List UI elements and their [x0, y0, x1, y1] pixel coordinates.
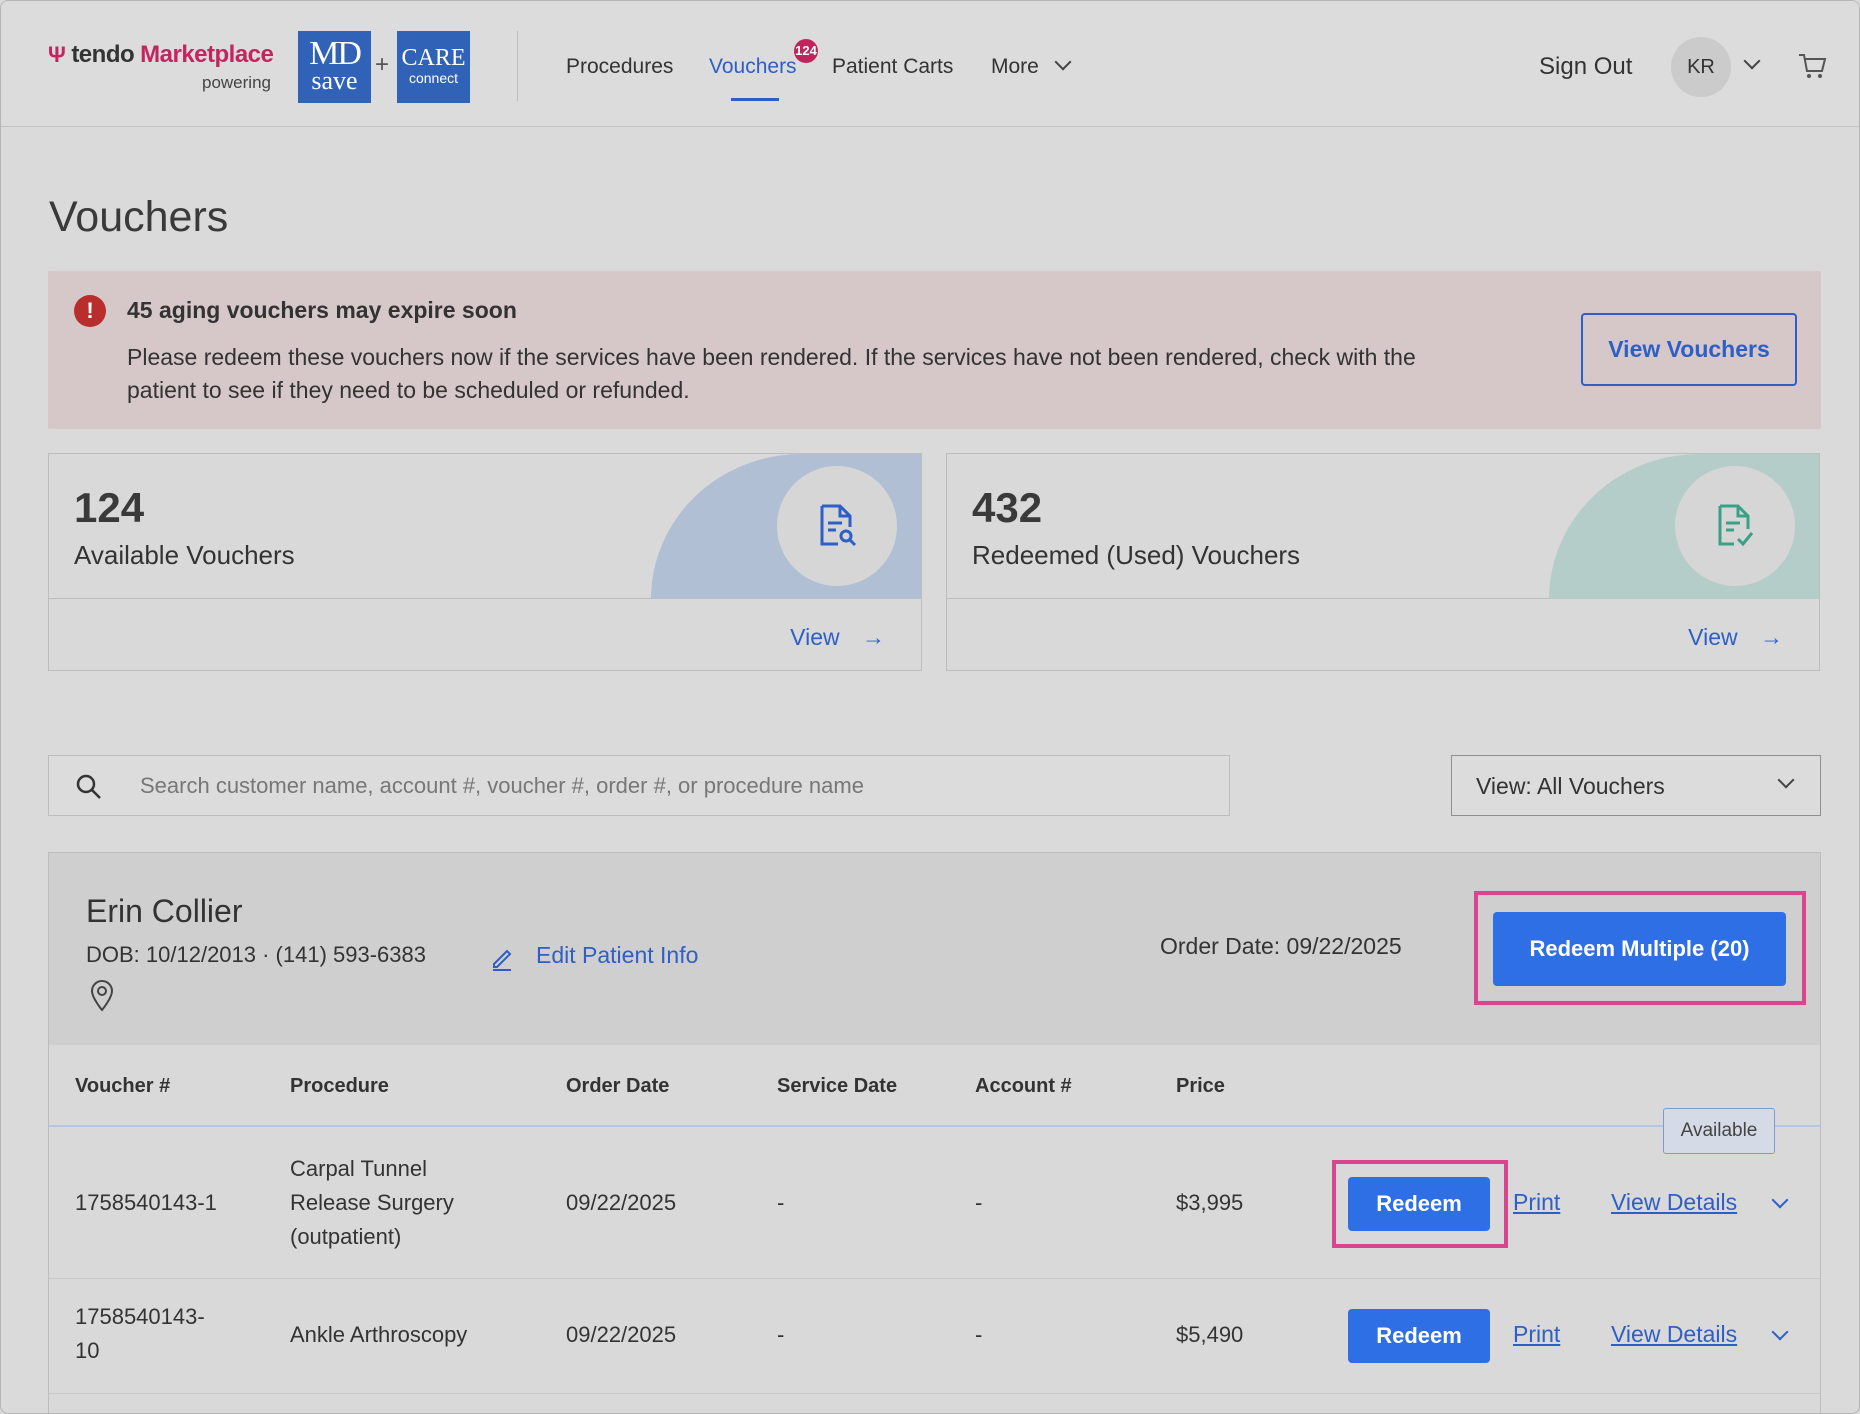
stat-icon-circle — [1675, 466, 1795, 586]
account-menu-chevron-icon[interactable] — [1743, 52, 1761, 70]
nav-active-indicator — [731, 98, 779, 101]
print-link[interactable]: Print — [1513, 1189, 1560, 1216]
careconnect-logo-bottom: connect — [408, 70, 459, 86]
account-number: - — [975, 1322, 983, 1347]
available-vouchers-count: 124 — [74, 484, 145, 531]
service-date: - — [777, 1322, 785, 1347]
service-date: - — [777, 1190, 785, 1215]
cart-icon[interactable] — [1797, 51, 1827, 81]
redeemed-vouchers-label: Redeemed (Used) Vouchers — [972, 540, 1301, 570]
arrow-right-icon: → — [1760, 624, 1783, 650]
document-search-icon — [820, 504, 857, 547]
stat-card-top: 124 Available Vouchers — [49, 454, 921, 599]
redeemed-vouchers-card: 432 Redeemed (Used) Vouchers View → — [946, 453, 1820, 671]
account-number: - — [975, 1190, 983, 1215]
column-header-account: Account # — [975, 1075, 1072, 1097]
procedure-name: Ankle Arthroscopy — [290, 1322, 468, 1347]
nav-procedures[interactable]: Procedures — [566, 55, 673, 79]
chevron-down-icon — [1054, 53, 1072, 71]
nav-more-label: More — [991, 55, 1039, 78]
column-header-procedure: Procedure — [290, 1075, 389, 1097]
page-title: Vouchers — [49, 193, 229, 241]
logo-plus: + — [375, 51, 390, 78]
header-divider — [517, 31, 518, 101]
brand-tendo-text: tendo — [71, 41, 135, 68]
column-header-order-date: Order Date — [566, 1075, 670, 1097]
user-avatar[interactable]: KR — [1671, 37, 1731, 97]
arrow-right-icon: → — [862, 624, 885, 650]
location-pin-icon — [90, 980, 114, 1012]
view-vouchers-button[interactable]: View Vouchers — [1581, 313, 1797, 386]
filter-selected-value: View: All Vouchers — [1476, 773, 1665, 799]
column-header-service-date: Service Date — [777, 1075, 898, 1097]
nav-vouchers[interactable]: Vouchers — [709, 55, 797, 79]
mdsave-logo-top: MD — [309, 35, 362, 72]
patient-order-date: Order Date: 09/22/2025 — [1160, 933, 1402, 959]
stat-card-top: 432 Redeemed (Used) Vouchers — [947, 454, 1819, 599]
brand-marketplace-text: Marketplace — [140, 41, 274, 68]
procedure-line: Release Surgery — [290, 1190, 454, 1215]
view-details-link[interactable]: View Details — [1611, 1321, 1737, 1348]
available-vouchers-card: 124 Available Vouchers View → — [48, 453, 922, 671]
view-details-link[interactable]: View Details — [1611, 1189, 1737, 1216]
expand-chevron-icon[interactable] — [1771, 1323, 1789, 1341]
available-vouchers-label: Available Vouchers — [74, 540, 295, 570]
nav-patient-carts[interactable]: Patient Carts — [832, 55, 953, 79]
column-header-price: Price — [1176, 1075, 1225, 1097]
tendo-mark-icon: Ψ — [48, 42, 66, 67]
document-check-icon — [1718, 504, 1754, 547]
mdsave-logo: MD save — [298, 31, 371, 103]
chevron-down-icon — [1777, 771, 1795, 789]
column-header-voucher: Voucher # — [75, 1075, 171, 1097]
voucher-number-line: 10 — [75, 1338, 100, 1363]
vouchers-count-badge: 124 — [794, 39, 818, 63]
row-divider — [49, 1393, 1820, 1394]
voucher-number-line: 1758540143- — [75, 1304, 205, 1329]
print-link[interactable]: Print — [1513, 1321, 1560, 1348]
price: $3,995 — [1176, 1190, 1244, 1215]
edit-patient-info-link[interactable]: Edit Patient Info — [536, 942, 698, 969]
voucher-number: 1758540143-1 — [75, 1190, 217, 1215]
alert-body: Please redeem these vouchers now if the … — [127, 344, 1416, 403]
aging-vouchers-alert: ! 45 aging vouchers may expire soon Plea… — [48, 271, 1821, 429]
view-link-label: View — [790, 624, 840, 650]
row-divider — [49, 1278, 1820, 1279]
careconnect-logo-top: CARE — [401, 45, 466, 71]
redeem-button[interactable]: Redeem — [1348, 1177, 1490, 1231]
expand-chevron-icon[interactable] — [1771, 1191, 1789, 1209]
pencil-icon[interactable] — [489, 945, 515, 971]
patient-dob-phone: DOB: 10/12/2013 · (141) 593-6383 — [86, 942, 427, 967]
sign-out-link[interactable]: Sign Out — [1539, 53, 1632, 81]
view-available-vouchers-link[interactable]: View → — [790, 624, 885, 651]
exclamation-icon: ! — [74, 295, 106, 327]
redeem-button[interactable]: Redeem — [1348, 1309, 1490, 1363]
search-input[interactable]: Search customer name, account #, voucher… — [140, 773, 864, 799]
redeem-multiple-button[interactable]: Redeem Multiple (20) — [1493, 912, 1786, 986]
price: $5,490 — [1176, 1322, 1244, 1347]
nav-more[interactable]: More — [991, 53, 1072, 79]
voucher-search-field[interactable]: Search customer name, account #, voucher… — [48, 755, 1230, 816]
tendo-logo[interactable]: Ψ tendo Marketplace powering — [48, 41, 274, 92]
stat-icon-circle — [777, 466, 897, 586]
search-icon — [76, 774, 101, 799]
patient-header: Erin Collier DOB: 10/12/2013 · (141) 593… — [49, 853, 1820, 1045]
app-window: Ψ tendo Marketplace powering MD save + C… — [0, 0, 1860, 1414]
voucher-view-filter[interactable]: View: All Vouchers — [1451, 755, 1821, 816]
view-link-label: View — [1688, 624, 1738, 650]
patient-voucher-card: Erin Collier DOB: 10/12/2013 · (141) 593… — [48, 852, 1821, 1413]
redeemed-vouchers-count: 432 — [972, 484, 1043, 531]
procedure-line: Carpal Tunnel — [290, 1156, 427, 1181]
order-date: 09/22/2025 — [566, 1322, 677, 1347]
alert-title: 45 aging vouchers may expire soon — [127, 297, 517, 323]
status-badge: Available — [1663, 1108, 1775, 1154]
careconnect-logo: CARE connect — [397, 31, 470, 103]
procedure-line: (outpatient) — [290, 1224, 402, 1249]
patient-name: Erin Collier — [86, 893, 243, 929]
top-header: Ψ tendo Marketplace powering MD save + C… — [1, 1, 1859, 127]
brand-powering-text: powering — [202, 73, 271, 92]
order-date: 09/22/2025 — [566, 1190, 677, 1215]
view-redeemed-vouchers-link[interactable]: View → — [1688, 624, 1783, 651]
